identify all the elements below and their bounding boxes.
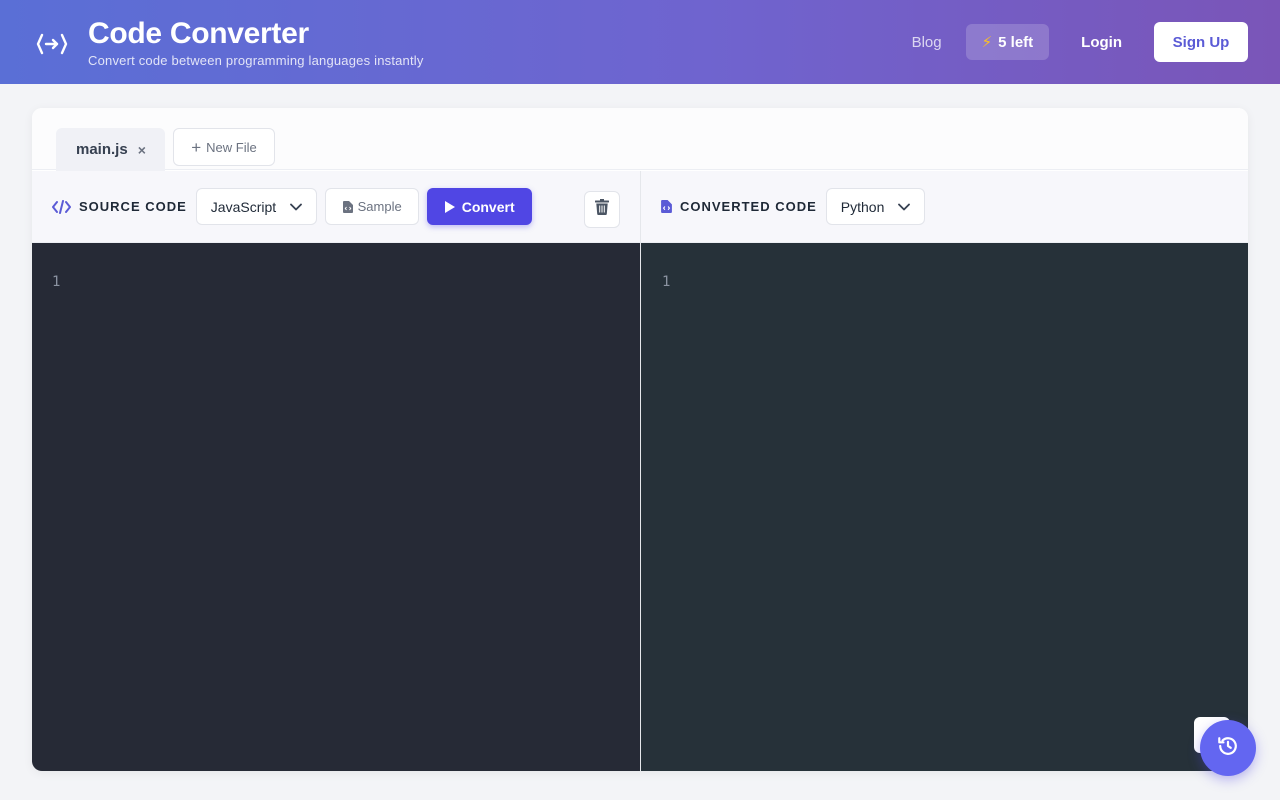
sample-button[interactable]: Sample — [325, 188, 420, 225]
source-language-value: JavaScript — [210, 198, 277, 215]
app-header: Code Converter Convert code between prog… — [0, 0, 1280, 84]
line-number: 1 — [662, 274, 671, 290]
brand: Code Converter Convert code between prog… — [88, 17, 424, 68]
editor-panes: SOURCE CODE JavaScript Sample Convert 1 … — [32, 171, 1248, 771]
new-file-label: New File — [206, 139, 257, 155]
history-button[interactable] — [1200, 720, 1256, 776]
play-icon — [444, 200, 455, 213]
tab-label: main.js — [76, 141, 128, 158]
chevron-down-icon — [898, 203, 911, 211]
code-icon — [52, 199, 71, 214]
converter-card: main.js × + New File SOURCE CODE JavaScr… — [32, 108, 1248, 771]
converted-title-label: CONVERTED CODE — [680, 199, 817, 214]
convert-button[interactable]: Convert — [427, 188, 533, 225]
new-file-button[interactable]: + New File — [173, 128, 275, 166]
code-brackets-arrow-icon — [36, 28, 68, 60]
history-icon — [1217, 735, 1239, 762]
converted-pane: CONVERTED CODE Python 1 — [640, 171, 1248, 771]
lightning-icon: ⚡ — [981, 34, 993, 51]
top-nav: Blog ⚡ 5 left Login Sign Up — [912, 22, 1248, 62]
plus-icon: + — [191, 137, 202, 157]
convert-label: Convert — [461, 198, 515, 215]
source-title-label: SOURCE CODE — [79, 199, 187, 214]
clear-button[interactable] — [584, 191, 620, 228]
app-subtitle: Convert code between programming languag… — [88, 52, 424, 68]
source-pane: SOURCE CODE JavaScript Sample Convert 1 — [32, 171, 640, 771]
line-number: 1 — [52, 274, 61, 290]
sample-label: Sample — [357, 199, 402, 214]
file-code-icon — [661, 200, 672, 213]
file-tabs: main.js × + New File — [32, 108, 1248, 171]
credits-badge[interactable]: ⚡ 5 left — [965, 24, 1050, 60]
converted-editor[interactable]: 1 — [641, 243, 1248, 771]
signup-button[interactable]: Sign Up — [1154, 22, 1248, 62]
source-title: SOURCE CODE — [52, 199, 187, 214]
chevron-down-icon — [290, 203, 303, 211]
converted-toolbar: CONVERTED CODE Python — [641, 171, 1248, 243]
credits-count: 5 left — [998, 33, 1034, 51]
trash-icon — [595, 199, 609, 220]
app-title: Code Converter — [88, 16, 309, 50]
converted-title: CONVERTED CODE — [661, 199, 817, 214]
tab-main-js[interactable]: main.js × — [56, 128, 165, 171]
target-language-value: Python — [840, 198, 885, 215]
blog-link[interactable]: Blog — [912, 34, 942, 51]
source-toolbar: SOURCE CODE JavaScript Sample Convert — [32, 171, 640, 243]
close-icon[interactable]: × — [138, 142, 146, 158]
target-language-select[interactable]: Python — [825, 188, 926, 225]
login-button[interactable]: Login — [1081, 34, 1122, 51]
file-code-icon — [342, 200, 353, 213]
source-editor[interactable]: 1 — [32, 243, 640, 771]
source-language-select[interactable]: JavaScript — [195, 188, 318, 225]
